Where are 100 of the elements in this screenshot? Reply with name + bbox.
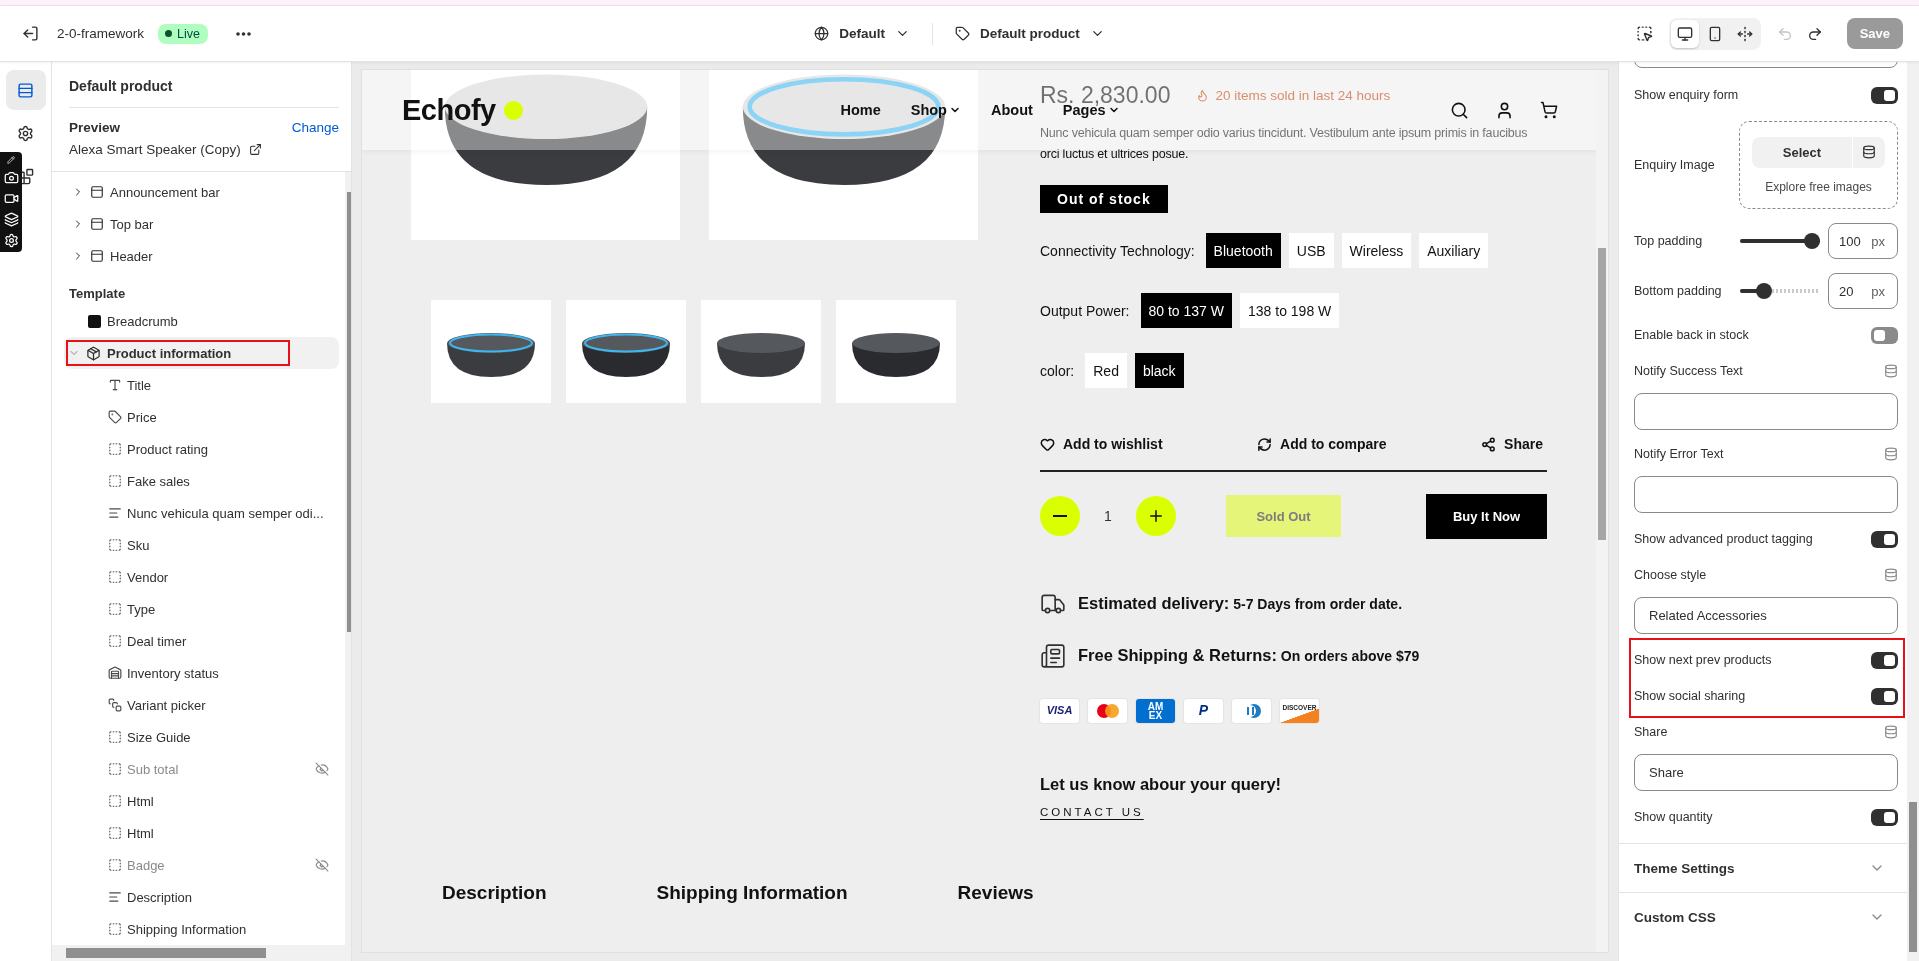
product-thumbnail[interactable] [836,300,956,403]
option-chip[interactable]: Auxiliary [1419,233,1489,268]
toggle-switch[interactable] [1871,326,1898,344]
action-link[interactable]: Share [1481,436,1543,452]
eye-off-icon[interactable] [314,762,329,776]
lines-icon [108,506,122,520]
slider-thumb[interactable] [1756,283,1772,299]
product-thumbnail[interactable] [566,300,686,403]
tree-item[interactable]: Deal timer [64,625,339,657]
toggle-switch[interactable] [1871,687,1898,705]
input-field[interactable]: Related Accessories [1634,597,1898,634]
logo[interactable]: Echofy [402,93,496,127]
increase-button[interactable] [1136,496,1176,536]
data-source-button[interactable] [1853,136,1885,168]
option-chip[interactable]: Wireless [1341,233,1412,268]
tree-item[interactable]: Price [64,401,339,433]
option-chip[interactable]: Bluetooth [1205,233,1281,268]
tree-item[interactable]: Inventory status [64,657,339,689]
slider[interactable] [1740,233,1820,249]
database-icon[interactable] [1884,447,1898,461]
option-label: color: [1040,362,1075,379]
tree-item[interactable]: Size Guide [64,721,339,753]
scrollbar[interactable] [1596,70,1608,952]
option-chip[interactable]: USB [1288,233,1334,268]
tree-item[interactable]: Description [64,881,339,913]
toggle-switch[interactable] [1871,808,1898,826]
tree-item[interactable]: Top bar [64,208,339,240]
action-link[interactable]: Add to compare [1257,436,1387,452]
tree-item[interactable]: Breadcrumb [64,305,339,337]
nav-link[interactable]: About [990,102,1033,118]
redo-icon [1806,25,1823,42]
info-text: Free Shipping & Returns: On orders above $79 [1078,646,1420,665]
tree-item[interactable]: Shipping Information [64,913,339,945]
database-icon[interactable] [1884,364,1898,378]
tree-item[interactable]: Sub total [64,753,339,785]
option-label: Connectivity Technology: [1040,242,1195,259]
video-icon[interactable] [3,191,19,206]
option-chip[interactable]: 80 to 137 W [1140,293,1232,328]
number-field[interactable]: 100 px [1828,223,1898,259]
user-icon[interactable] [1495,100,1514,120]
tree-item[interactable]: Fake sales [64,465,339,497]
input-field[interactable] [1634,476,1898,513]
layers-icon[interactable] [3,212,19,227]
scrollbar[interactable] [1907,62,1919,961]
view-mode-button[interactable] [1670,19,1699,48]
slider[interactable] [1740,283,1820,299]
tab[interactable]: Description [442,881,547,904]
tree-item[interactable]: Html [64,817,339,849]
camera-icon[interactable] [3,170,19,185]
scrollbar[interactable] [52,945,351,961]
tree-item[interactable]: Variant picker [64,689,339,721]
settings-icon[interactable] [3,233,19,248]
tree-item[interactable]: Html [64,785,339,817]
database-icon[interactable] [1884,568,1898,582]
product-thumbnail[interactable] [431,300,551,403]
cart-icon[interactable] [1540,100,1558,119]
tree-item[interactable]: Product rating [64,433,339,465]
option-chip[interactable]: 138 to 198 W [1240,293,1340,328]
preview-product: Alexa Smart Speaker (Copy) [69,142,241,157]
tree-item[interactable]: Announcement bar [64,176,339,208]
tree-item[interactable]: Vendor [64,561,339,593]
tree-item[interactable]: Product information [64,337,339,369]
dashed-square-icon [108,730,122,744]
contact-link[interactable]: CONTACT US [1040,805,1144,818]
tree-item[interactable]: Header [64,240,339,272]
toggle-switch[interactable] [1871,651,1898,669]
nav-link[interactable]: Shop [910,102,961,118]
change-link[interactable]: Change [291,120,339,135]
template-dropdown[interactable]: Default product [947,20,1113,47]
tab[interactable]: Shipping Information [656,881,848,904]
action-link[interactable]: Add to wishlist [1040,436,1163,452]
buy-now-button[interactable]: Buy It Now [1426,493,1547,539]
tree-item[interactable]: Nunc vehicula quam semper odi... [64,497,339,529]
external-link-icon[interactable] [248,143,262,156]
globe-icon [814,26,830,41]
pencil-icon[interactable] [7,156,15,164]
tree-item[interactable]: Badge [64,849,339,881]
search-icon[interactable] [1450,100,1469,120]
tree-item[interactable]: Title [64,369,339,401]
input-field[interactable] [1634,393,1898,430]
toggle-switch[interactable] [1871,530,1898,548]
toggle-switch[interactable] [1871,86,1898,104]
product-thumbnail[interactable] [701,300,821,403]
tree-item[interactable]: Sku [64,529,339,561]
option-chip[interactable]: black [1134,353,1184,388]
locale-dropdown[interactable]: Default [806,20,918,47]
nav-link[interactable]: Home [840,102,881,118]
explore-link[interactable]: Explore free images [1765,179,1872,194]
select-button[interactable]: Select [1752,136,1852,168]
dashed-square-icon [108,474,122,488]
slider-thumb[interactable] [1804,233,1820,249]
dashed-square-icon [108,922,122,936]
eye-off-icon[interactable] [314,858,329,872]
image-dropzone[interactable]: Select Explore free images [1739,121,1898,209]
option-chip[interactable]: Red [1085,353,1127,388]
tab[interactable]: Reviews [957,881,1034,904]
database-icon[interactable] [1884,725,1898,739]
tree-item[interactable]: Type [64,593,339,625]
number-field[interactable]: 20 px [1828,273,1898,309]
input-field[interactable]: Share [1634,754,1898,791]
